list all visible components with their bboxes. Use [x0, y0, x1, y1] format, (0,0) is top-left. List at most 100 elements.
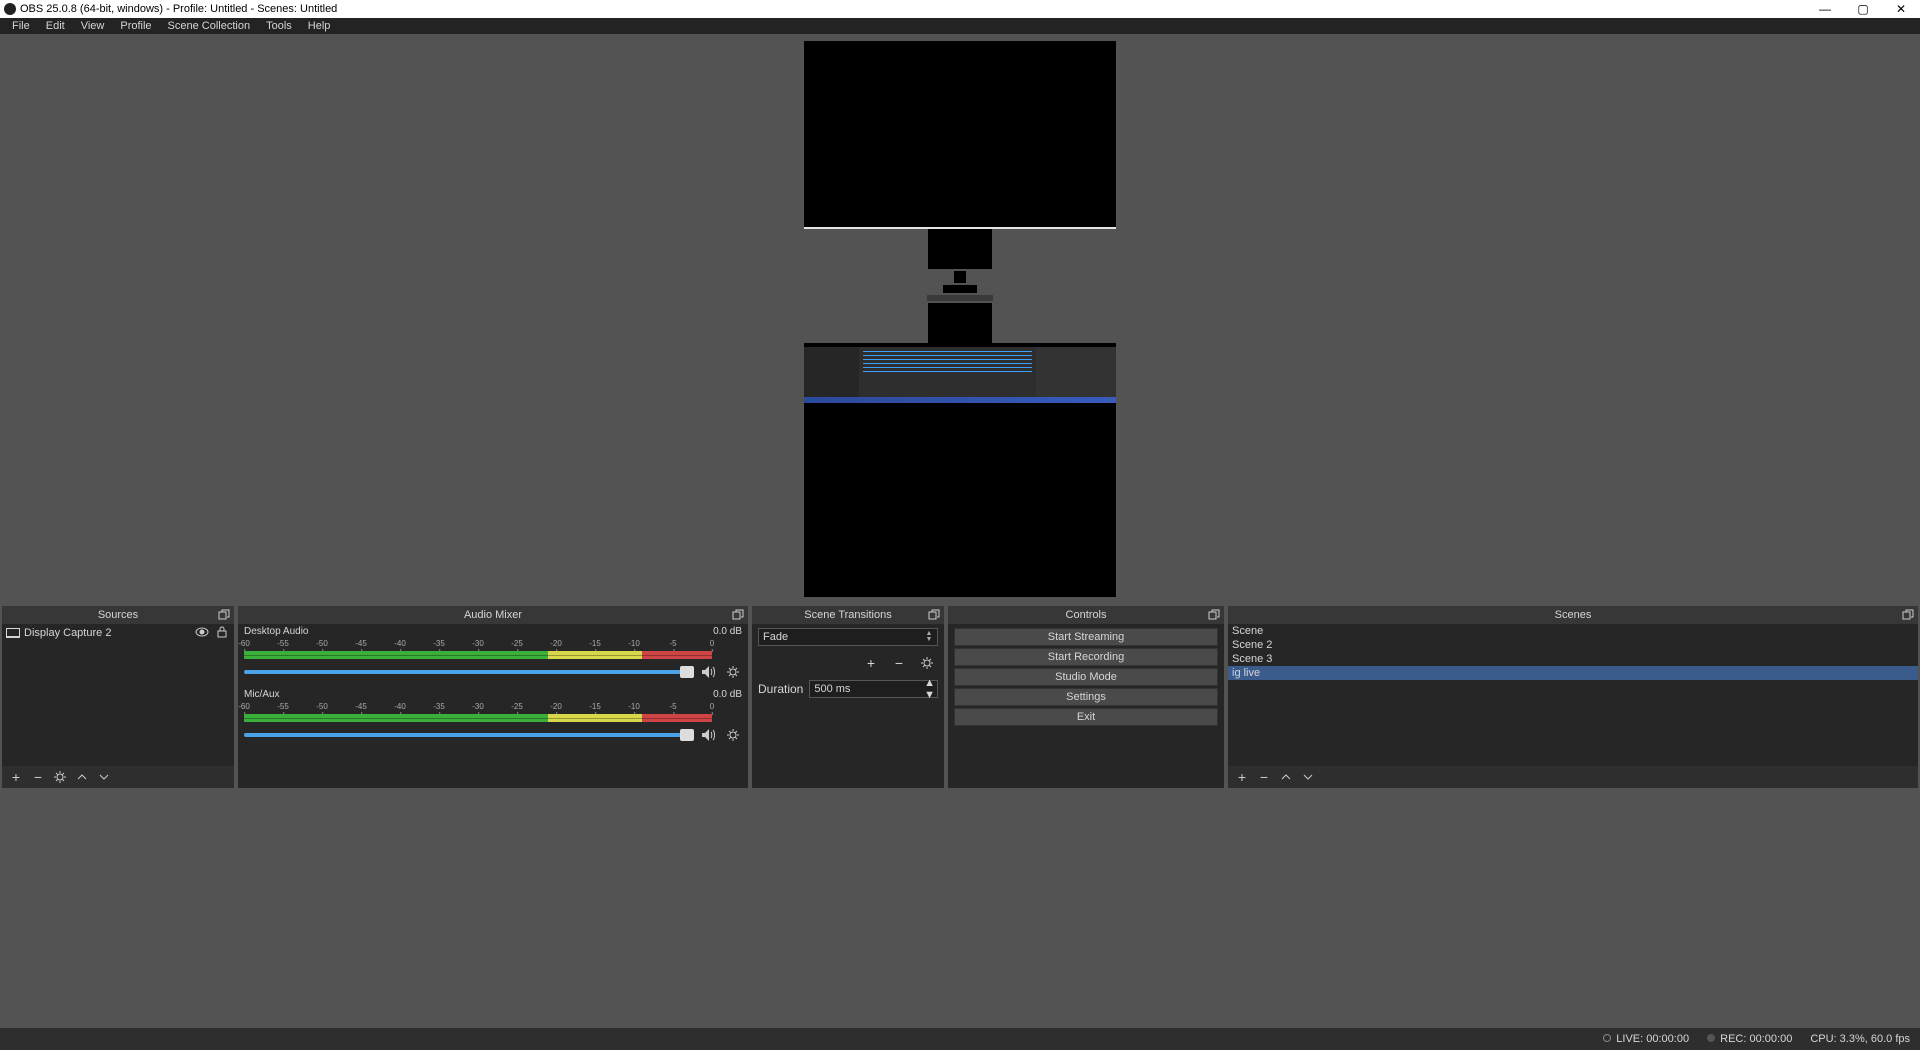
dock-transitions-header[interactable]: Scene Transitions	[752, 606, 944, 624]
visibility-toggle-icon[interactable]	[194, 626, 210, 640]
preview-area[interactable]	[0, 34, 1920, 604]
volume-slider[interactable]	[244, 670, 694, 674]
move-source-down-button[interactable]	[96, 769, 112, 785]
mute-button[interactable]	[700, 663, 718, 681]
scale-tick: -40	[394, 639, 406, 648]
dock-scenes-title: Scenes	[1555, 609, 1592, 621]
dock-sources-title: Sources	[98, 609, 138, 621]
channel-name: Mic/Aux	[244, 689, 280, 700]
slider-thumb[interactable]	[680, 666, 694, 678]
preview-canvas[interactable]	[804, 41, 1116, 597]
maximize-button[interactable]: ▢	[1854, 2, 1872, 16]
dock-mixer-header[interactable]: Audio Mixer	[238, 606, 748, 624]
scale-tick: -60	[238, 702, 250, 711]
move-scene-up-button[interactable]	[1278, 769, 1294, 785]
scale-tick: -40	[394, 702, 406, 711]
mute-button[interactable]	[700, 726, 718, 744]
rec-label: REC:	[1720, 1033, 1746, 1045]
volume-slider[interactable]	[244, 733, 694, 737]
menu-file[interactable]: File	[4, 20, 38, 32]
scene-item[interactable]: ig live	[1228, 666, 1918, 680]
slider-thumb[interactable]	[680, 729, 694, 741]
source-item[interactable]: Display Capture 2	[2, 624, 234, 642]
channel-settings-button[interactable]	[724, 726, 742, 744]
dock-sources: Sources Display Capture 2 + −	[2, 606, 234, 788]
dock-scenes: Scenes SceneScene 2Scene 3ig live + −	[1228, 606, 1918, 788]
close-button[interactable]: ✕	[1892, 2, 1910, 16]
popout-icon[interactable]	[732, 609, 744, 621]
rec-status: REC: 00:00:00	[1707, 1033, 1792, 1045]
dock-transitions-title: Scene Transitions	[804, 609, 891, 621]
scene-item[interactable]: Scene	[1228, 624, 1918, 638]
scale-tick: -55	[277, 702, 289, 711]
dock-controls-title: Controls	[1066, 609, 1107, 621]
popout-icon[interactable]	[1902, 609, 1914, 621]
transition-current: Fade	[763, 631, 788, 643]
dock-scenes-header[interactable]: Scenes	[1228, 606, 1918, 624]
scenes-toolbar: + −	[1228, 766, 1918, 788]
scene-item[interactable]: Scene 3	[1228, 652, 1918, 666]
add-transition-button[interactable]: +	[862, 654, 880, 672]
move-source-up-button[interactable]	[74, 769, 90, 785]
popout-icon[interactable]	[1208, 609, 1220, 621]
scale-tick: -50	[316, 639, 328, 648]
dock-controls-header[interactable]: Controls	[948, 606, 1224, 624]
remove-source-button[interactable]: −	[30, 769, 46, 785]
channel-settings-button[interactable]	[724, 663, 742, 681]
start-streaming-button[interactable]: Start Streaming	[954, 628, 1218, 646]
meter-bar	[244, 714, 712, 722]
scale-tick: -10	[628, 639, 640, 648]
menu-tools[interactable]: Tools	[258, 20, 300, 32]
audio-channel: Desktop Audio0.0 dB-60-55-50-45-40-35-30…	[238, 624, 748, 687]
dock-sources-header[interactable]: Sources	[2, 606, 234, 624]
start-recording-button[interactable]: Start Recording	[954, 648, 1218, 666]
remove-transition-button[interactable]: −	[890, 654, 908, 672]
transition-properties-button[interactable]	[918, 654, 936, 672]
lock-toggle-icon[interactable]	[214, 626, 230, 641]
scale-tick: -5	[669, 639, 676, 648]
minimize-button[interactable]: —	[1816, 2, 1834, 16]
dropdown-spinner-icon[interactable]: ▲▼	[923, 629, 935, 645]
obs-logo-icon	[4, 3, 16, 15]
settings-button[interactable]: Settings	[954, 688, 1218, 706]
scale-tick: -20	[550, 702, 562, 711]
meter-scale: -60-55-50-45-40-35-30-25-20-15-10-50	[244, 702, 712, 712]
statusbar: LIVE: 00:00:00 REC: 00:00:00 CPU: 3.3%, …	[0, 1028, 1920, 1050]
add-scene-button[interactable]: +	[1234, 769, 1250, 785]
meter-scale: -60-55-50-45-40-35-30-25-20-15-10-50	[244, 639, 712, 649]
menu-profile[interactable]: Profile	[112, 20, 159, 32]
source-label: Display Capture 2	[24, 627, 190, 639]
spinner-icon[interactable]: ▲▼	[924, 677, 935, 701]
rec-indicator-icon	[1707, 1034, 1715, 1042]
popout-icon[interactable]	[218, 609, 230, 621]
empty-space	[0, 790, 1920, 1028]
remove-scene-button[interactable]: −	[1256, 769, 1272, 785]
channel-level: 0.0 dB	[713, 626, 742, 637]
scale-tick: -10	[628, 702, 640, 711]
menu-view[interactable]: View	[73, 20, 113, 32]
menu-help[interactable]: Help	[300, 20, 339, 32]
source-properties-button[interactable]	[52, 769, 68, 785]
scale-tick: -15	[589, 702, 601, 711]
rec-time: 00:00:00	[1750, 1033, 1793, 1045]
dock-scene-transitions: Scene Transitions Fade ▲▼ + − Duration 5…	[752, 606, 944, 788]
menu-scene-collection[interactable]: Scene Collection	[160, 20, 259, 32]
duration-input[interactable]: 500 ms ▲▼	[809, 680, 938, 698]
docks-row: Sources Display Capture 2 + − Audio Mixe…	[0, 604, 1920, 790]
duration-value: 500 ms	[814, 683, 850, 695]
menubar: File Edit View Profile Scene Collection …	[0, 18, 1920, 34]
scene-item[interactable]: Scene 2	[1228, 638, 1918, 652]
transition-select[interactable]: Fade ▲▼	[758, 628, 938, 646]
dock-mixer-title: Audio Mixer	[464, 609, 522, 621]
dock-controls: Controls Start Streaming Start Recording…	[948, 606, 1224, 788]
menu-edit[interactable]: Edit	[38, 20, 73, 32]
popout-icon[interactable]	[928, 609, 940, 621]
channel-level: 0.0 dB	[713, 689, 742, 700]
add-source-button[interactable]: +	[8, 769, 24, 785]
move-scene-down-button[interactable]	[1300, 769, 1316, 785]
studio-mode-button[interactable]: Studio Mode	[954, 668, 1218, 686]
cpu-status: CPU: 3.3%, 60.0 fps	[1810, 1033, 1910, 1045]
scale-tick: -25	[511, 639, 523, 648]
scale-tick: -30	[472, 639, 484, 648]
exit-button[interactable]: Exit	[954, 708, 1218, 726]
